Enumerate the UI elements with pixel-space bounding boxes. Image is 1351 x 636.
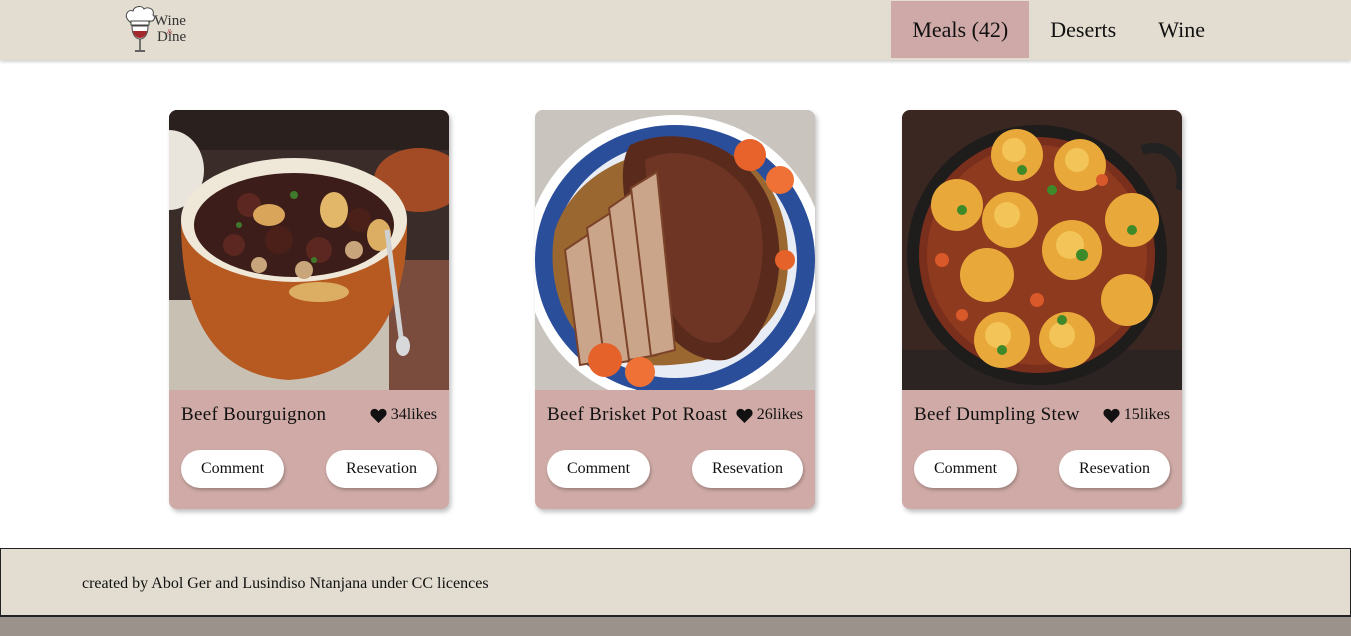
meal-card: Beef Bourguignon 34likes Comment Resevat…	[169, 110, 449, 509]
logo-text-amp: &	[167, 28, 173, 36]
reservation-button[interactable]: Resevation	[1059, 450, 1170, 488]
meal-card: Beef Brisket Pot Roast 26likes Comment R…	[535, 110, 815, 509]
nav-item-meals[interactable]: Meals (42)	[891, 1, 1030, 58]
comment-button[interactable]: Comment	[914, 450, 1017, 488]
nav-item-deserts[interactable]: Deserts	[1029, 1, 1137, 58]
meal-title: Beef Dumpling Stew	[914, 404, 1080, 425]
nav-item-wine[interactable]: Wine	[1137, 1, 1226, 58]
likes-counter: 26likes	[736, 406, 803, 424]
likes-count: 26likes	[756, 406, 803, 423]
reservation-button[interactable]: Resevation	[326, 450, 437, 488]
main-nav: Meals (42) Deserts Wine	[891, 1, 1226, 58]
site-footer: created by Abol Ger and Lusindiso Ntanja…	[0, 548, 1351, 616]
likes-counter: 15likes	[1103, 406, 1170, 424]
likes-counter: 34likes	[370, 406, 437, 424]
beef-bourguignon-photo	[169, 110, 449, 390]
likes-count: 34likes	[390, 406, 437, 423]
likes-count: 15likes	[1123, 406, 1170, 423]
comment-button[interactable]: Comment	[547, 450, 650, 488]
comment-button[interactable]: Comment	[181, 450, 284, 488]
footer-credits: created by Abol Ger and Lusindiso Ntanja…	[82, 575, 489, 592]
wine-and-dine-logo[interactable]: Wine & Dine	[124, 4, 194, 56]
meal-title: Beef Bourguignon	[181, 404, 327, 425]
reservation-button[interactable]: Resevation	[692, 450, 803, 488]
beef-dumpling-stew-photo	[902, 110, 1182, 390]
heart-icon[interactable]	[736, 408, 753, 423]
beef-brisket-photo	[535, 110, 815, 390]
heart-icon[interactable]	[370, 408, 387, 423]
meal-title: Beef Brisket Pot Roast	[547, 404, 728, 425]
meal-card: Beef Dumpling Stew 15likes Comment Resev…	[902, 110, 1182, 509]
heart-icon[interactable]	[1103, 408, 1120, 423]
site-header: Wine & Dine Meals (42) Deserts Wine	[0, 0, 1351, 60]
bottom-bar	[0, 616, 1351, 636]
